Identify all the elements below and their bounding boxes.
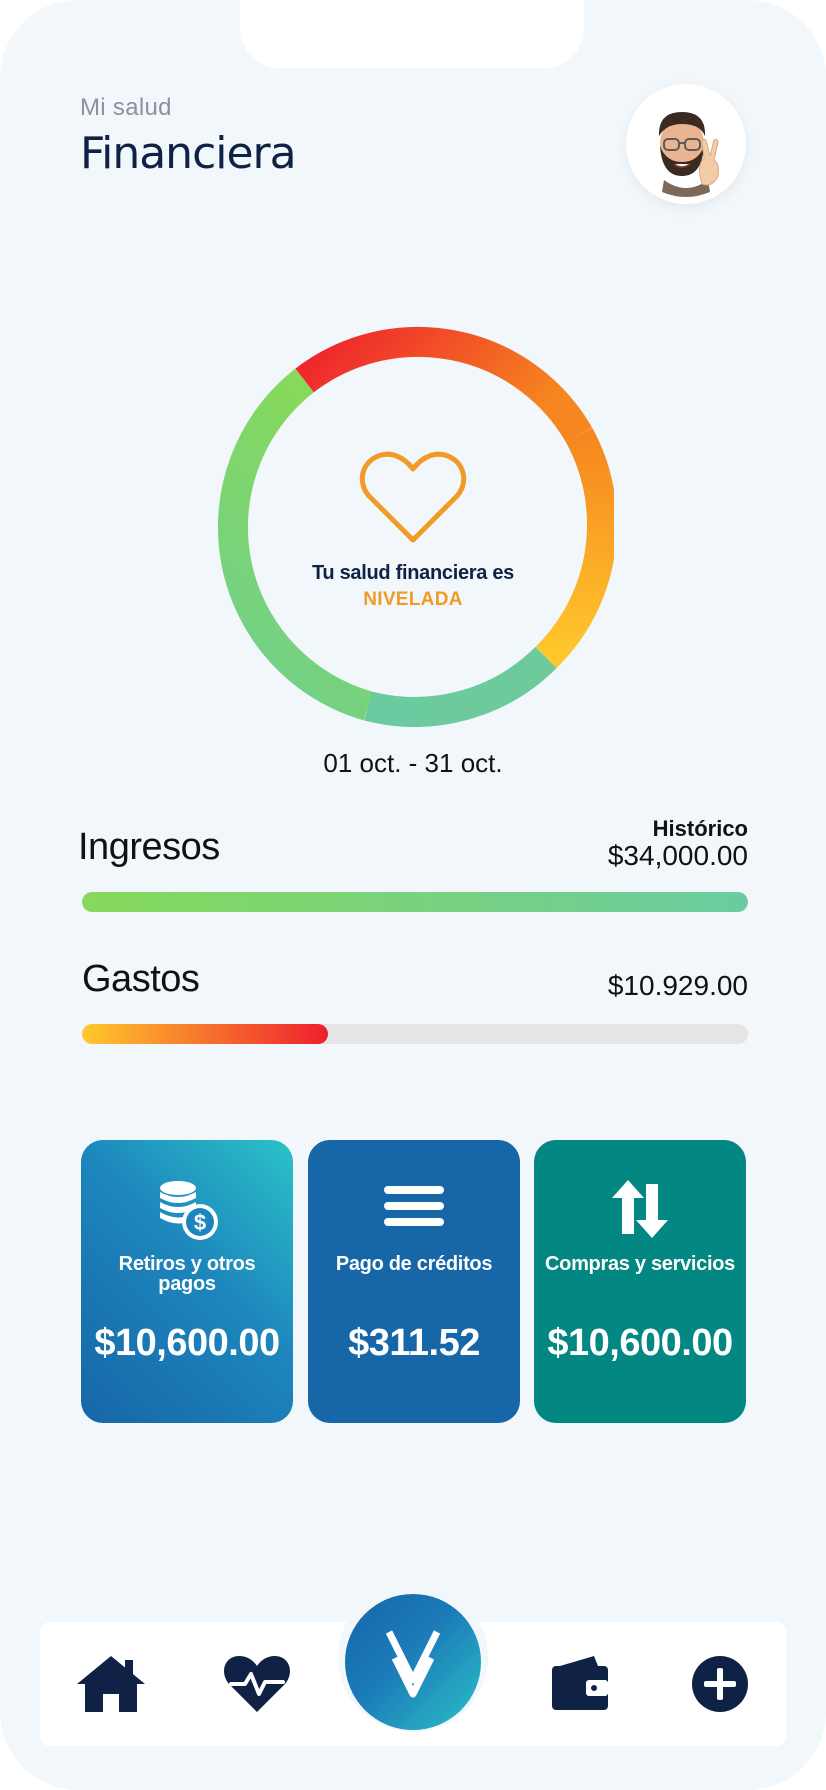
- gauge-label: Tu salud financiera es: [312, 562, 514, 584]
- financial-health-gauge: [217, 326, 614, 727]
- card-value: $10,600.00: [94, 1322, 280, 1364]
- expenses-title: Gastos: [82, 958, 200, 1000]
- card-value: $10,600.00: [547, 1322, 733, 1364]
- expenses-progress-bar: [82, 1024, 748, 1044]
- income-title: Ingresos: [78, 826, 220, 868]
- device-notch: [240, 0, 584, 68]
- app-screen: Mi salud Financiera Tu salud financiera …: [0, 0, 826, 1790]
- avatar[interactable]: [626, 84, 746, 204]
- historic-link[interactable]: Histórico: [653, 816, 748, 842]
- gauge-segment-green: [217, 368, 373, 721]
- page-title: Financiera: [80, 128, 297, 179]
- card-label: Compras y servicios: [545, 1253, 735, 1275]
- date-range[interactable]: 01 oct. - 31 oct.: [213, 748, 613, 779]
- heart-outline-icon: [359, 451, 467, 543]
- nav-add[interactable]: [684, 1652, 756, 1716]
- expenses-amount: $10.929.00: [607, 970, 748, 1001]
- nav-health[interactable]: [221, 1652, 293, 1716]
- avatar-memoji-icon: [658, 112, 719, 197]
- income-progress-bar: [82, 892, 748, 912]
- card-purchases-services[interactable]: Compras y servicios $10,600.00: [534, 1140, 746, 1423]
- expenses-progress-fill: [82, 1024, 329, 1044]
- card-loan-payments[interactable]: Pago de créditos $311.52: [308, 1140, 520, 1423]
- gauge-status: NIVELADA: [363, 589, 463, 610]
- home-icon: [77, 1656, 145, 1712]
- nav-wallet[interactable]: [548, 1652, 620, 1716]
- wallet-icon: [552, 1656, 608, 1710]
- coins-dollar-icon: $: [81, 1178, 293, 1244]
- income-amount: $34,000.00: [607, 840, 748, 871]
- svg-text:$: $: [194, 1210, 206, 1235]
- card-label: Retiros y otros pagos: [118, 1253, 256, 1295]
- gauge-segment-red: [295, 326, 593, 443]
- nav-center-button[interactable]: [345, 1594, 481, 1730]
- gauge-segment-teal: [364, 646, 557, 727]
- menu-lines-icon: [308, 1178, 520, 1244]
- income-progress-fill: [82, 892, 748, 912]
- arrows-up-down-icon: [534, 1178, 746, 1244]
- heart-pulse-icon: [224, 1656, 290, 1712]
- gauge-caption: Tu salud financiera es NIVELADA: [213, 562, 613, 611]
- nav-home[interactable]: [75, 1652, 147, 1716]
- plus-circle-icon: [692, 1656, 748, 1712]
- card-value: $311.52: [348, 1322, 480, 1364]
- page-subtitle: Mi salud: [80, 94, 172, 121]
- v-logo-icon: [385, 1630, 441, 1698]
- gauge-segment-orange: [535, 427, 614, 669]
- card-withdrawals[interactable]: $ Retiros y otros pagos $10,600.00: [81, 1140, 293, 1423]
- card-label: Pago de créditos: [335, 1253, 493, 1275]
